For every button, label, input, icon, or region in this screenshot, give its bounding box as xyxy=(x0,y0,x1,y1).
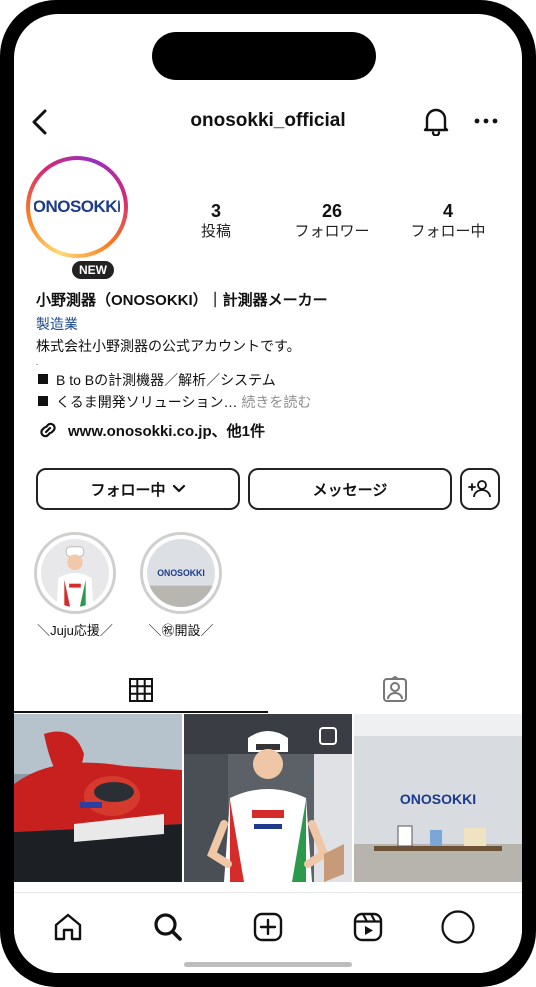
screen: onosokki_official ONOSOKKI NEW 3 投稿 26 フ… xyxy=(14,14,522,973)
race-car-post[interactable] xyxy=(14,714,182,882)
following-button[interactable]: フォロー中 xyxy=(36,468,240,510)
read-more-link[interactable]: 続きを読む xyxy=(241,394,311,410)
juju-driver-thumbnail xyxy=(41,539,109,607)
nav-profile[interactable] xyxy=(436,905,480,949)
office-logo-post[interactable]: ONOSOKKI xyxy=(354,714,522,882)
story-highlight-opening[interactable]: ONOSOKKI ＼㊗開設／ xyxy=(138,532,224,639)
onosokki-logo: ONOSOKKI xyxy=(34,197,120,216)
profile-display-name: 小野測器（ONOSOKKI）｜計測器メーカー xyxy=(36,292,328,309)
profile-bio: 小野測器（ONOSOKKI）｜計測器メーカー 製造業 株式会社小野測器の公式アカ… xyxy=(36,290,506,441)
svg-text:ONOSOKKI: ONOSOKKI xyxy=(400,791,476,807)
create-plus-icon xyxy=(253,912,283,942)
bio-link[interactable]: www.onosokki.co.jp、他1件 xyxy=(36,419,506,441)
message-button[interactable]: メッセージ xyxy=(248,468,452,510)
bio-line: 株式会社小野測器の公式アカウントです。 xyxy=(36,338,301,354)
bio-item: B to Bの計測機器／解析／システム xyxy=(36,369,506,391)
search-icon xyxy=(154,913,182,941)
square-bullet-icon xyxy=(38,396,48,406)
chevron-down-icon xyxy=(172,484,185,493)
link-icon xyxy=(40,422,56,438)
active-tab-indicator xyxy=(14,711,268,713)
notifications-button[interactable] xyxy=(420,105,452,137)
profile-avatar-icon xyxy=(441,910,475,944)
highlight-label: ＼Juju応援／ xyxy=(37,623,113,638)
website-link-text: www.onosokki.co.jp、他1件 xyxy=(68,422,265,440)
profile-avatar-story-ring[interactable]: ONOSOKKI xyxy=(26,156,128,258)
followers-count[interactable]: 26 フォロワー xyxy=(282,200,382,242)
more-horizontal-icon xyxy=(474,118,498,124)
bell-icon xyxy=(423,108,449,136)
home-indicator xyxy=(184,962,352,967)
more-options-button[interactable] xyxy=(470,105,502,137)
top-bar: onosokki_official xyxy=(14,104,522,140)
nav-reels[interactable] xyxy=(346,905,390,949)
nav-search[interactable] xyxy=(146,905,190,949)
suggested-users-button[interactable] xyxy=(460,468,500,510)
new-badge: NEW xyxy=(70,259,116,281)
story-highlight-juju[interactable]: ＼Juju応援／ xyxy=(32,532,118,639)
nav-home[interactable] xyxy=(46,905,90,949)
bio-item: くるま開発ソリューション… 続きを読む xyxy=(36,391,506,413)
avatar: ONOSOKKI xyxy=(34,164,120,250)
phone-frame: onosokki_official ONOSOKKI NEW 3 投稿 26 フ… xyxy=(0,0,536,987)
following-count[interactable]: 4 フォロー中 xyxy=(398,200,498,242)
posts-count[interactable]: 3 投稿 xyxy=(166,200,266,242)
dynamic-island xyxy=(152,32,376,80)
profile-category[interactable]: 製造業 xyxy=(36,313,506,335)
highlight-label: ＼㊗開設／ xyxy=(148,623,214,638)
nav-create[interactable] xyxy=(246,905,290,949)
svg-text:ONOSOKKI: ONOSOKKI xyxy=(157,568,205,578)
tab-tagged[interactable] xyxy=(268,668,522,712)
grid-icon xyxy=(129,678,153,702)
bottom-navigation xyxy=(14,892,522,973)
driver-portrait-post[interactable] xyxy=(184,714,352,882)
tab-posts-grid[interactable] xyxy=(14,668,268,712)
square-bullet-icon xyxy=(38,374,48,384)
bio-dot: . xyxy=(36,358,39,367)
tagged-person-icon xyxy=(383,676,407,702)
office-logo-thumbnail: ONOSOKKI xyxy=(147,539,215,607)
reels-icon xyxy=(353,912,383,942)
add-user-icon xyxy=(468,480,491,498)
home-icon xyxy=(54,913,82,941)
